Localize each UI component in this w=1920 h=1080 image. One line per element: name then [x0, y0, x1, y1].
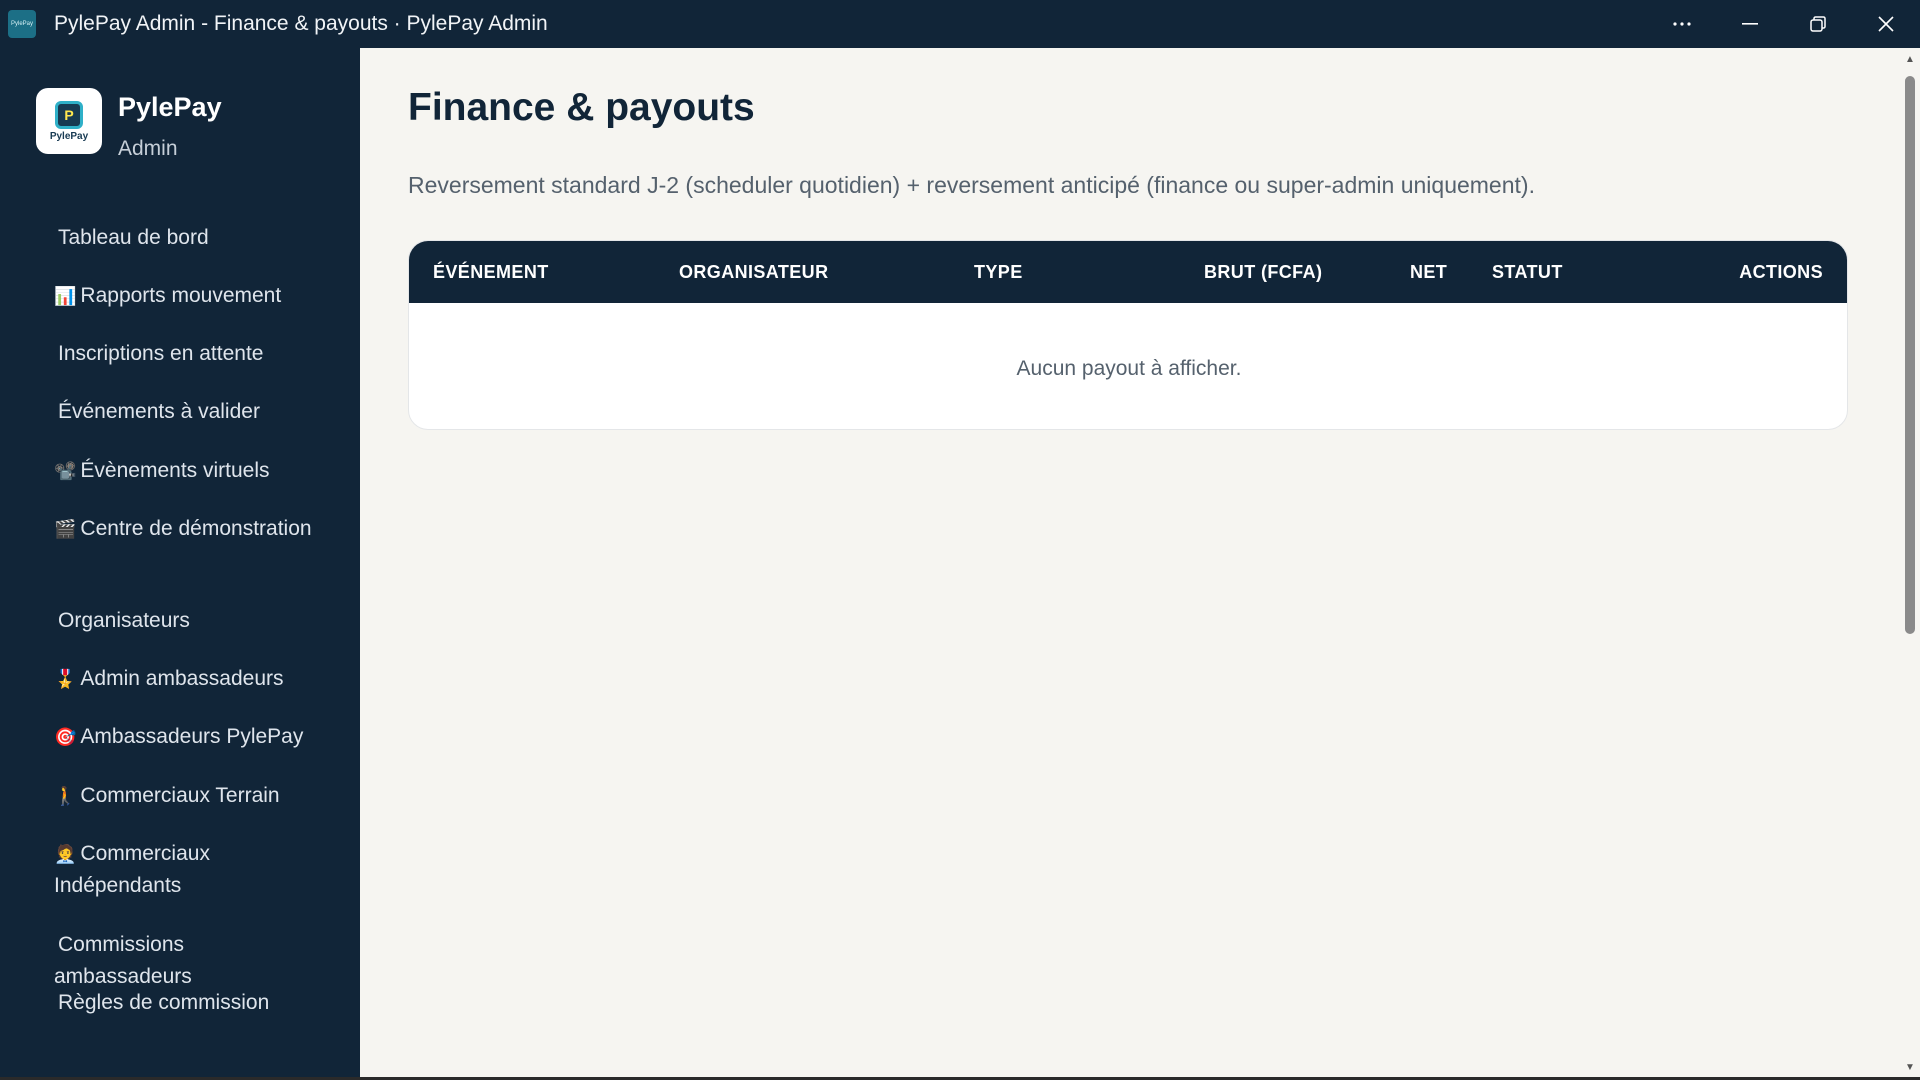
more-options-icon[interactable] [1648, 0, 1716, 48]
clapper-icon: 🎬 [54, 519, 77, 539]
projector-icon: 📽️ [54, 461, 77, 481]
sidebar: P PylePay PylePay Admin Tableau de bord … [0, 48, 360, 1080]
sidebar-item-label: Ambassadeurs PylePay [80, 725, 304, 748]
sidebar-item-label: Événements à valider [58, 400, 260, 423]
sidebar-item-label: Évènements virtuels [80, 459, 270, 482]
vertical-scrollbar[interactable]: ▲ ▼ [1900, 48, 1920, 1080]
app-icon: PylePay [8, 10, 36, 38]
logo-text: PylePay [49, 130, 89, 142]
sidebar-item-label: Tableau de bord [58, 226, 209, 249]
sidebar-item-label: Rapports mouvement [80, 284, 282, 307]
scroll-down-icon[interactable]: ▼ [1904, 1062, 1916, 1074]
sidebar-item-organisateurs[interactable]: Organisateurs [54, 605, 314, 637]
window-titlebar: PylePay PylePay Admin - Finance & payout… [0, 0, 1920, 48]
column-header-net: NET [1410, 262, 1448, 282]
scroll-thumb[interactable] [1905, 76, 1915, 634]
chart-icon: 📊 [54, 286, 77, 306]
sidebar-item-inscriptions[interactable]: Inscriptions en attente [54, 338, 314, 370]
sidebar-item-label: Centre de démonstration [80, 517, 312, 540]
medal-icon: 🎖️ [54, 669, 77, 689]
sidebar-item-regles-commission[interactable]: Règles de commission [54, 987, 314, 1019]
column-header-statut: STATUT [1492, 262, 1563, 282]
sidebar-item-commerciaux-terrain[interactable]: 🚶 Commerciaux Terrain [54, 780, 314, 812]
page-title: Finance & payouts [408, 86, 755, 129]
minimize-icon[interactable] [1716, 0, 1784, 48]
sidebar-item-label: Règles de commission [58, 991, 270, 1014]
sidebar-item-label: Admin ambassadeurs [80, 667, 284, 690]
empty-state-message: Aucun payout à afficher. [1016, 357, 1242, 380]
sidebar-item-centre-demonstration[interactable]: 🎬 Centre de démonstration [54, 513, 314, 545]
sidebar-item-tableau-de-bord[interactable]: Tableau de bord [54, 222, 314, 254]
sidebar-item-label: Commerciaux Terrain [80, 784, 280, 807]
brand[interactable]: P PylePay PylePay Admin [36, 88, 222, 161]
scroll-up-icon[interactable]: ▲ [1904, 54, 1916, 66]
column-header-organisateur: ORGANISATEUR [679, 262, 829, 282]
column-header-actions: ACTIONS [1739, 262, 1823, 282]
sidebar-item-admin-ambassadeurs[interactable]: 🎖️ Admin ambassadeurs [54, 663, 314, 695]
brand-text: PylePay Admin [118, 88, 222, 161]
sidebar-item-ambassadeurs-pylepay[interactable]: 🎯 Ambassadeurs PylePay [54, 721, 314, 753]
sidebar-item-evenements-virtuels[interactable]: 📽️ Évènements virtuels [54, 455, 314, 487]
column-header-brut: BRUT (FCFA) [1204, 262, 1323, 282]
sidebar-item-label: Commerciaux Indépendants [54, 842, 210, 897]
brand-name: PylePay [118, 92, 222, 122]
sidebar-item-label: Organisateurs [58, 609, 190, 632]
sidebar-item-rapports-mouvement[interactable]: 📊 Rapports mouvement [54, 280, 314, 312]
page-subtitle: Reversement standard J-2 (scheduler quot… [408, 172, 1535, 198]
target-icon: 🎯 [54, 727, 77, 747]
column-header-evenement: ÉVÉNEMENT [433, 262, 549, 282]
sidebar-item-label: Commissions ambassadeurs [54, 933, 192, 988]
logo-mark: P [55, 100, 83, 129]
brand-subtitle: Admin [118, 137, 178, 160]
office-worker-icon: 🧑‍💼 [54, 844, 77, 864]
pylepay-logo-icon: P PylePay [36, 88, 102, 154]
window-title: PylePay Admin - Finance & payouts · Pyle… [54, 12, 548, 35]
column-header-type: TYPE [974, 262, 1023, 282]
sidebar-item-commerciaux-independants[interactable]: 🧑‍💼 Commerciaux Indépendants [54, 838, 314, 902]
payouts-table: ÉVÉNEMENT ORGANISATEUR TYPE BRUT (FCFA) … [408, 240, 1848, 430]
sidebar-item-label: Inscriptions en attente [58, 342, 264, 365]
walking-person-icon: 🚶 [54, 786, 77, 806]
sidebar-item-evenements-valider[interactable]: Événements à valider [54, 396, 314, 428]
close-icon[interactable] [1852, 0, 1920, 48]
sidebar-item-commissions-ambassadeurs[interactable]: Commissions ambassadeurs [54, 929, 314, 993]
table-header: ÉVÉNEMENT ORGANISATEUR TYPE BRUT (FCFA) … [409, 241, 1847, 303]
main-content: Finance & payouts Reversement standard J… [360, 48, 1900, 1080]
window-controls [1648, 0, 1920, 48]
restore-icon[interactable] [1784, 0, 1852, 48]
app-icon-text: PylePay [10, 21, 33, 27]
